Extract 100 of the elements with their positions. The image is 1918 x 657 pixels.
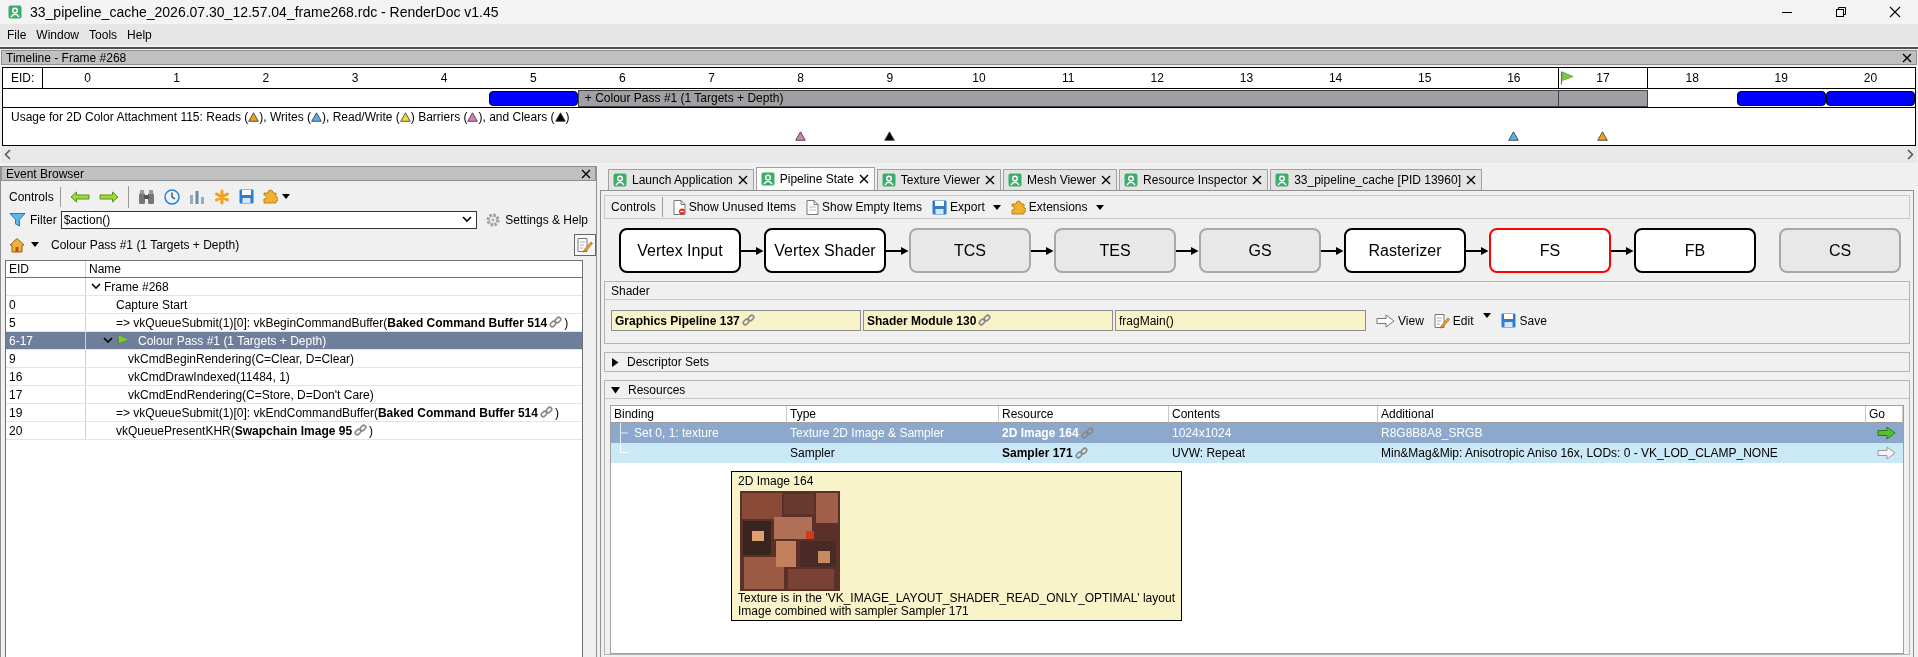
tick-label: 2 [262,71,270,85]
tick-label: 8 [797,71,805,85]
event-name: vkCmdDrawIndexed(11484, 1) [128,369,290,384]
event-row[interactable]: 17 vkCmdEndRendering(C=Store, D=Don't Care) [6,386,582,404]
legend-text: ), Read/Write ( [322,110,400,124]
table-cell-text: UVW: Repeat [1171,445,1247,462]
action-button[interactable]: Edit [1433,312,1474,329]
menu-item[interactable]: Tools [84,27,123,42]
window-title: 33_pipeline_cache_2026.07.30_12.57.04_frame268.rdc - RenderDoc v1.45 [30,4,499,20]
column-header[interactable]: EID [6,261,86,277]
event-name: Frame #268 [104,279,169,294]
event-id: 6-17 [9,333,34,348]
resource-row[interactable]: Sampler Sampler 171 UVW: Repeat Min&Mag&Mip: Anisotropic Aniso 16x, LODs: 0 - VK_LOD_CLAMP_NONE [611,443,1903,463]
legend-text: ), Writes ( [259,110,311,124]
event-name: ) [369,423,374,438]
toolbar-button[interactable]: Export [932,199,985,215]
pipeline-stage[interactable]: TES [1054,228,1176,273]
pipeline-stage[interactable]: FB [1634,228,1756,273]
pipeline-stage[interactable]: FS [1489,228,1611,273]
table-cell-text: Min&Mag&Mip: Anisotropic Aniso 16x, LODs: 0 - VK_LOD_CLAMP_NONE [1380,445,1779,462]
tick-label: 12 [1150,71,1164,85]
table-cell: 2D Image 164 [1002,426,1079,440]
event-row[interactable]: 20 vkQueuePresentKHR(Swapchain Image 95 ) [6,422,582,440]
tick-label: 4 [440,71,448,85]
tick-label: 13 [1239,71,1254,85]
event-name: ) [564,315,569,330]
toolbar-button[interactable]: Show Unused Items [672,199,797,215]
menu-item[interactable]: File [2,27,32,42]
event-row[interactable]: 6-17 Colour Pass #1 (1 Targets + Depth) [6,332,582,350]
action-button[interactable]: View [1376,312,1424,329]
toolbar-label: Controls [9,186,61,207]
tick-label: 7 [708,71,715,85]
toolbar-button[interactable]: Extensions [1010,199,1088,215]
event-name: ) [554,405,559,420]
tab[interactable]: Mesh Viewer [1002,169,1118,190]
filter-field[interactable]: $action() [60,210,478,229]
event-name: => vkQueueSubmit(1)[0]: vkEndCommandBuffer(Baked Command Buffer 514 [116,405,538,420]
tick-label: 16 [1507,71,1521,85]
group-title: Shader [605,282,1909,300]
event-name: vkCmdEndRendering(C=Store, D=Don't Care) [128,387,374,402]
tick-label: 20 [1863,71,1878,85]
section-title[interactable]: Resources [628,382,686,397]
pipeline-stage[interactable]: Rasterizer [1344,228,1466,273]
event-id: 0 [9,297,16,312]
event-name: => vkQueueSubmit(1)[0]: vkBeginCommandBuffer(Baked Command Buffer 514 [116,315,548,330]
pipeline-stage[interactable]: GS [1199,228,1321,273]
event-id: 5 [9,315,16,330]
shader-field[interactable]: Shader Module 130 [863,310,1113,331]
section-title[interactable]: Descriptor Sets [627,355,710,369]
panel-title: Event Browser [6,166,85,181]
tab[interactable]: Texture Viewer [876,169,1001,190]
event-row[interactable]: 19 => vkQueueSubmit(1)[0]: vkEndCommandBuffer(Baked Command Buffer 514 ) [6,404,582,422]
toolbar-button[interactable]: Show Empty Items [806,199,923,215]
legend-text: Usage for 2D Color Attachment 115: Reads ( [11,110,249,124]
menu-item[interactable]: Window [31,27,85,42]
tab[interactable]: Pipeline State [755,167,875,190]
pipeline-stage[interactable]: Vertex Input [619,228,741,273]
tick-label: 19 [1774,71,1788,85]
event-row[interactable]: 0 Capture Start [6,296,582,314]
tick-label: 6 [619,71,626,85]
event-id: 16 [9,369,23,384]
pass-label: + Colour Pass #1 (1 Targets + Depth) [583,91,784,105]
event-id: 20 [9,423,23,438]
pass-bar[interactable]: + Colour Pass #1 (1 Targets + Depth) [577,89,1648,107]
tick-label: 3 [351,71,359,85]
event-id: 9 [9,351,16,366]
tick-label: 10 [972,71,986,85]
tick-label: 18 [1685,71,1699,85]
tick-label: 9 [886,71,894,85]
table-cell-text: Texture 2D Image & Sampler [789,425,946,442]
event-name: Colour Pass #1 (1 Targets + Depth) [138,333,327,348]
shader-field[interactable]: Graphics Pipeline 137 [611,310,861,331]
pipeline-stage[interactable]: Vertex Shader [764,228,886,273]
event-row[interactable]: 9 vkCmdBeginRendering(C=Clear, D=Clear) [6,350,582,368]
shader-field[interactable]: fragMain() [1115,310,1366,331]
tick-label: 14 [1328,71,1343,85]
event-row[interactable]: Frame #268 [6,278,582,296]
event-id: 17 [9,387,23,402]
filter-label: Filter [30,212,57,227]
table-cell-text: R8G8B8A8_SRGB [1380,425,1484,442]
pipeline-stage[interactable]: CS [1779,228,1901,273]
legend-text: ) Barriers ( [410,110,468,124]
tooltip-text: Image combined with sampler Sampler 171 [738,605,969,618]
breadcrumb[interactable]: Colour Pass #1 (1 Targets + Depth) [51,237,240,252]
tab[interactable]: 33_pipeline_cache [PID 13960] [1270,169,1482,190]
panel-title: Timeline - Frame #268 [6,50,127,65]
column-header[interactable]: Name [86,261,582,277]
pipeline-stage[interactable]: TCS [909,228,1031,273]
tick-label: 15 [1418,71,1432,85]
action-button[interactable]: Save [1501,312,1547,329]
settings-button[interactable]: Settings & Help [485,211,588,228]
tick-label: 1 [173,71,181,85]
event-name: vkQueuePresentKHR(Swapchain Image 95 [116,423,353,438]
tab[interactable]: Launch Application [608,169,754,190]
toolbar-label: Controls [611,197,663,217]
menu-item[interactable]: Help [122,27,157,42]
eid-label: EID: [3,68,43,88]
event-name: Capture Start [116,297,188,312]
event-row[interactable]: 16 vkCmdDrawIndexed(11484, 1) [6,368,582,386]
tab[interactable]: Resource Inspector [1119,169,1269,190]
